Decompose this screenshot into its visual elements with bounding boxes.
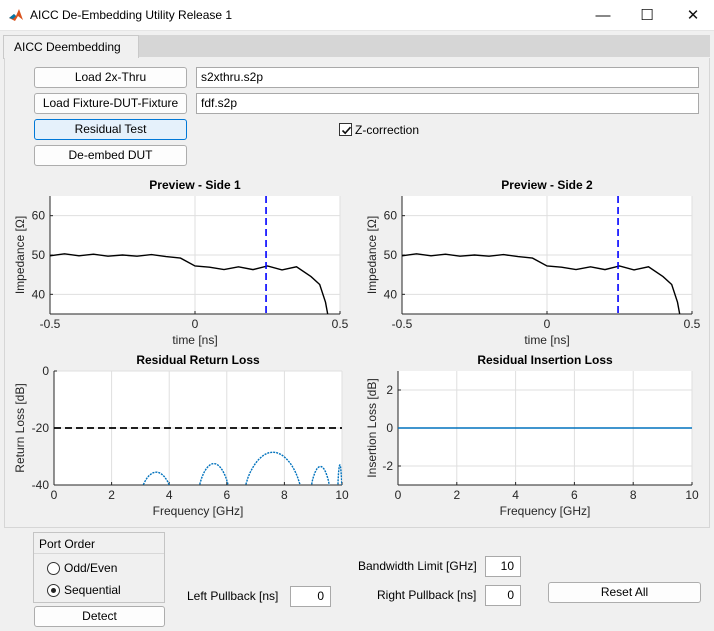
x-tick-label: 10: [685, 488, 699, 502]
detect-button[interactable]: Detect: [34, 606, 165, 627]
preview-side-1-chart: Preview - Side 1 -0.5 0 0.5 40 50 60 time [ns] I…: [13, 178, 349, 347]
y-tick-label: 60: [32, 209, 46, 223]
y-tick-label: 2: [386, 383, 393, 397]
residual-test-button[interactable]: Residual Test: [34, 119, 187, 140]
residual-return-loss-chart: Residual Return Loss 0 2 4 6 8 10 0 -20 -40 Freque…: [13, 353, 349, 518]
bandwidth-limit-label: Bandwidth Limit [GHz]: [358, 559, 477, 573]
right-pullback-label: Right Pullback [ns]: [377, 588, 477, 602]
left-pullback-label: Left Pullback [ns]: [187, 589, 279, 603]
x-axis-label: time [ns]: [172, 333, 217, 347]
x-tick-label: 0: [395, 488, 402, 502]
thru-file-field[interactable]: s2xthru.s2p: [196, 67, 699, 88]
y-tick-label: 40: [384, 287, 398, 301]
x-tick-label: 10: [335, 488, 349, 502]
matlab-app-icon: [8, 7, 24, 23]
deembed-dut-button[interactable]: De-embed DUT: [34, 145, 187, 166]
x-tick-label: 0: [192, 317, 199, 331]
y-tick-label: 60: [384, 209, 398, 223]
chart-title: Residual Return Loss: [136, 353, 260, 367]
preview-side-2-chart: Preview - Side 2 -0.5 0 0.5 40 50 60 time [ns] I…: [365, 178, 701, 347]
y-tick-label: 40: [32, 287, 46, 301]
x-axis-label: Frequency [GHz]: [500, 504, 591, 518]
x-tick-label: 8: [630, 488, 637, 502]
y-axis-label: Impedance [Ω]: [365, 216, 379, 294]
window-title: AICC De-Embedding Utility Release 1: [30, 8, 233, 22]
y-axis-label: Return Loss [dB]: [13, 383, 27, 472]
y-tick-label: 50: [32, 248, 46, 262]
checkmark-icon: [341, 126, 352, 135]
y-tick-label: 0: [386, 421, 393, 435]
x-tick-label: 2: [108, 488, 115, 502]
x-tick-label: 2: [453, 488, 460, 502]
tab-label: AICC Deembedding: [14, 40, 121, 54]
x-tick-label: 6: [571, 488, 578, 502]
x-tick-label: 4: [512, 488, 519, 502]
y-axis-label: Impedance [Ω]: [13, 216, 27, 294]
x-tick-label: 0: [51, 488, 58, 502]
bandwidth-limit-input[interactable]: 10: [485, 556, 521, 577]
sequential-label: Sequential: [64, 583, 121, 597]
y-tick-label: 0: [42, 364, 49, 378]
sequential-radio[interactable]: [47, 584, 60, 597]
z-correction-checkbox[interactable]: [339, 123, 352, 136]
y-axis-label: Insertion Loss [dB]: [365, 378, 379, 477]
minimize-button[interactable]: —: [580, 0, 626, 31]
maximize-icon: ☐: [640, 7, 654, 24]
fdf-file-field[interactable]: fdf.s2p: [196, 93, 699, 114]
x-tick-label: 6: [223, 488, 230, 502]
reset-all-button[interactable]: Reset All: [548, 582, 701, 603]
chart-title: Residual Insertion Loss: [477, 353, 613, 367]
maximize-button[interactable]: ☐: [624, 0, 670, 31]
port-order-title: Port Order: [34, 533, 164, 554]
x-tick-label: 0.5: [684, 317, 701, 331]
minimize-icon: —: [595, 7, 611, 24]
port-order-group: Port Order Odd/Even Sequential: [33, 532, 165, 603]
load-fixture-dut-fixture-button[interactable]: Load Fixture-DUT-Fixture: [34, 93, 187, 114]
x-tick-label: 8: [281, 488, 288, 502]
x-axis-label: Frequency [GHz]: [153, 504, 244, 518]
close-icon: ✕: [686, 7, 700, 24]
y-tick-label: -20: [32, 421, 50, 435]
x-axis-label: time [ns]: [524, 333, 569, 347]
right-pullback-input[interactable]: 0: [485, 585, 521, 606]
x-tick-label: -0.5: [392, 317, 413, 331]
y-tick-label: -2: [382, 459, 393, 473]
chart-title: Preview - Side 2: [501, 178, 593, 192]
left-pullback-input[interactable]: 0: [290, 586, 331, 607]
residual-insertion-loss-chart: Residual Insertion Loss 0 2 4 6 8 10 2 0 -2 Freque…: [365, 353, 699, 518]
y-tick-label: -40: [32, 478, 50, 492]
odd-even-radio[interactable]: [47, 562, 60, 575]
chart-title: Preview - Side 1: [149, 178, 241, 192]
x-tick-label: 0.5: [332, 317, 349, 331]
z-correction-label: Z-correction: [355, 123, 420, 137]
radio-selected-dot: [51, 588, 56, 593]
title-bar: AICC De-Embedding Utility Release 1 — ☐ …: [0, 0, 714, 31]
x-tick-label: -0.5: [40, 317, 61, 331]
x-tick-label: 0: [544, 317, 551, 331]
close-button[interactable]: ✕: [670, 0, 714, 31]
x-tick-label: 4: [166, 488, 173, 502]
y-tick-label: 50: [384, 248, 398, 262]
odd-even-label: Odd/Even: [64, 561, 118, 575]
load-2x-thru-button[interactable]: Load 2x-Thru: [34, 67, 187, 88]
tab-aicc-deembedding[interactable]: AICC Deembedding: [3, 35, 139, 59]
